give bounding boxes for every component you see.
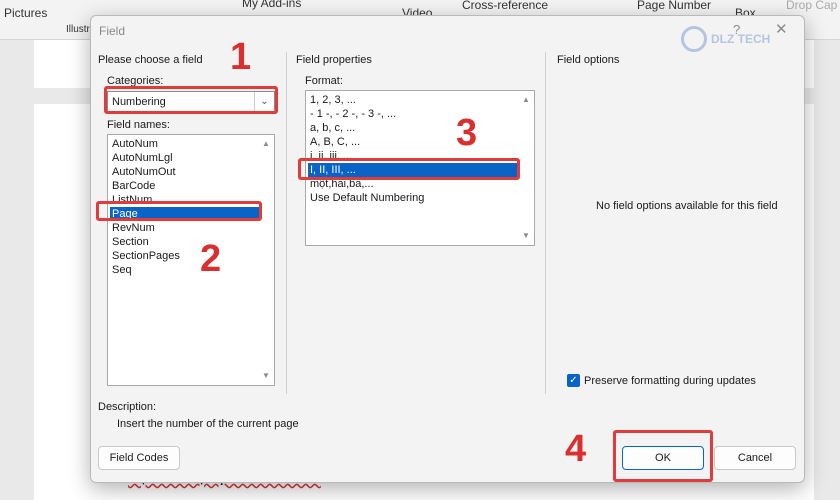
- scroll-up-icon[interactable]: ▲: [520, 95, 532, 104]
- help-icon[interactable]: ?: [733, 22, 740, 37]
- ribbon-addins[interactable]: My Add-ins: [242, 0, 301, 10]
- description-text: Insert the number of the current page: [117, 418, 299, 430]
- field-names-list[interactable]: AutoNum AutoNumLgl AutoNumOut BarCode Li…: [107, 134, 275, 386]
- field-options-heading: Field options: [557, 54, 620, 66]
- step-number-3: 3: [456, 112, 478, 154]
- close-icon[interactable]: ✕: [775, 20, 788, 38]
- ribbon-cross-reference[interactable]: Cross-reference: [462, 0, 548, 12]
- field-name-revnum[interactable]: RevNum: [110, 221, 260, 235]
- divider: [286, 52, 287, 394]
- divider: [545, 52, 546, 394]
- highlight-box-format: [298, 158, 520, 180]
- field-name-autonumlgl[interactable]: AutoNumLgl: [110, 151, 260, 165]
- field-name-sectionpages[interactable]: SectionPages: [110, 249, 260, 263]
- format-item[interactable]: Use Default Numbering: [308, 191, 520, 205]
- scroll-down-icon[interactable]: ▼: [520, 231, 532, 240]
- field-codes-button[interactable]: Field Codes: [98, 446, 180, 470]
- field-name-barcode[interactable]: BarCode: [110, 179, 260, 193]
- ribbon-page-number[interactable]: Page Number: [637, 0, 711, 12]
- description-heading: Description:: [98, 401, 157, 413]
- format-label: Format:: [305, 75, 343, 87]
- field-name-autonumout[interactable]: AutoNumOut: [110, 165, 260, 179]
- ribbon-pictures[interactable]: Pictures: [4, 6, 47, 20]
- preserve-formatting-label[interactable]: Preserve formatting during updates: [584, 375, 756, 387]
- field-name-seq[interactable]: Seq: [110, 263, 260, 277]
- field-name-section[interactable]: Section: [110, 235, 260, 249]
- scroll-up-icon[interactable]: ▲: [260, 139, 272, 148]
- highlight-box-categories: [104, 86, 278, 114]
- watermark-mark-icon: [681, 26, 707, 52]
- step-number-1: 1: [230, 36, 252, 78]
- highlight-box-page: [96, 201, 262, 221]
- format-item[interactable]: A, B, C, ...: [308, 135, 520, 149]
- format-item[interactable]: - 1 -, - 2 -, - 3 -, ...: [308, 107, 520, 121]
- choose-field-heading: Please choose a field: [98, 54, 203, 66]
- no-options-message: No field options available for this fiel…: [596, 200, 778, 212]
- format-item[interactable]: a, b, c, ...: [308, 121, 520, 135]
- highlight-box-ok: [613, 430, 713, 482]
- field-properties-heading: Field properties: [296, 54, 372, 66]
- dialog-title: Field: [99, 24, 126, 38]
- watermark-logo: DLZ TECH: [681, 26, 771, 52]
- field-name-autonum[interactable]: AutoNum: [110, 137, 260, 151]
- preserve-formatting-checkbox[interactable]: ✓: [567, 374, 580, 387]
- step-number-4: 4: [565, 428, 587, 470]
- ribbon-illustrations: Illustr: [66, 24, 90, 35]
- field-names-label: Field names:: [107, 119, 170, 131]
- scroll-down-icon[interactable]: ▼: [260, 371, 272, 380]
- ribbon-drop-cap[interactable]: Drop Cap: [786, 0, 837, 12]
- watermark-text: DLZ TECH: [711, 32, 771, 46]
- cancel-button[interactable]: Cancel: [714, 446, 796, 470]
- format-item[interactable]: 1, 2, 3, ...: [308, 93, 520, 107]
- step-number-2: 2: [200, 238, 222, 280]
